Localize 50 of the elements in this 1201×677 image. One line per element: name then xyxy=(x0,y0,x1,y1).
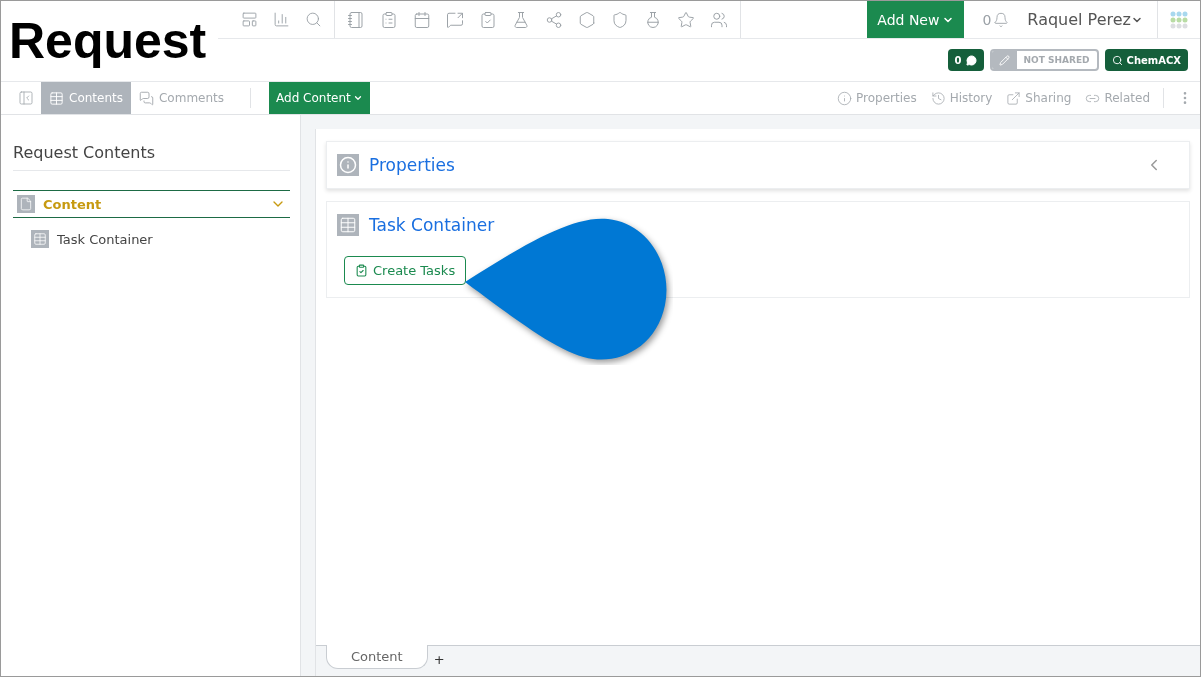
toolbar-action[interactable]: History xyxy=(923,82,1000,114)
clipboard-check-icon xyxy=(355,264,368,277)
create-tasks-button[interactable]: Create Tasks xyxy=(344,256,467,285)
clipboard-check-icon[interactable] xyxy=(479,10,497,29)
comments-count-badge[interactable]: 0 xyxy=(947,49,984,71)
toolbar-action[interactable]: Related xyxy=(1078,82,1157,114)
flask-icon[interactable] xyxy=(512,10,530,29)
chat-bubbles-icon xyxy=(139,90,154,106)
shield-icon[interactable] xyxy=(611,10,629,29)
toolbar-action[interactable]: Sharing xyxy=(999,82,1079,114)
bottom-tab[interactable]: Content xyxy=(326,645,428,669)
history-icon xyxy=(930,90,946,106)
bell-icon[interactable] xyxy=(993,11,1010,28)
search-chemacx-button[interactable]: ChemACX xyxy=(1104,49,1188,71)
users-icon[interactable] xyxy=(710,10,728,29)
toolbar-action[interactable]: Properties xyxy=(830,82,924,114)
add-tab-button[interactable]: + xyxy=(431,646,447,673)
clipboard-icon[interactable] xyxy=(380,10,398,29)
search-icon[interactable] xyxy=(305,11,322,28)
info-icon xyxy=(337,154,359,176)
star-icon[interactable] xyxy=(677,10,695,29)
sidebar-title: Request Contents xyxy=(13,143,290,171)
panel-title: Task Container xyxy=(369,215,496,235)
layout-icon[interactable] xyxy=(241,11,258,28)
bar-chart-icon[interactable] xyxy=(273,11,290,28)
notebook-icon[interactable] xyxy=(347,10,365,29)
table-icon xyxy=(49,90,64,106)
panel-title: Properties xyxy=(369,155,456,175)
user-menu[interactable]: Raquel Perez xyxy=(1023,1,1158,38)
pencil-icon xyxy=(998,54,1010,66)
add-content-button[interactable]: Add Content xyxy=(269,82,370,114)
toolbar-tab[interactable]: Comments xyxy=(131,82,233,114)
table-icon xyxy=(31,230,49,248)
caret-icon xyxy=(352,93,363,103)
share-icon xyxy=(1006,90,1022,106)
round-flask-icon[interactable] xyxy=(644,10,662,29)
calendar-icon[interactable] xyxy=(413,10,431,29)
content-section-header[interactable]: Content xyxy=(13,190,290,218)
sharing-status-toggle[interactable]: NOT SHARED xyxy=(989,49,1099,71)
add-new-button[interactable]: Add New xyxy=(867,1,965,38)
document-icon xyxy=(17,195,35,213)
hexagon-icon[interactable] xyxy=(578,10,596,29)
network-icon[interactable] xyxy=(545,10,563,29)
notification-count: 0 xyxy=(982,11,992,28)
app-grid-icon[interactable] xyxy=(1170,10,1188,29)
table-icon xyxy=(337,214,359,236)
chat-bubble-icon xyxy=(965,54,977,66)
search-icon xyxy=(1111,54,1123,66)
info-icon xyxy=(837,90,852,106)
tree-item[interactable]: Task Container xyxy=(31,230,153,248)
